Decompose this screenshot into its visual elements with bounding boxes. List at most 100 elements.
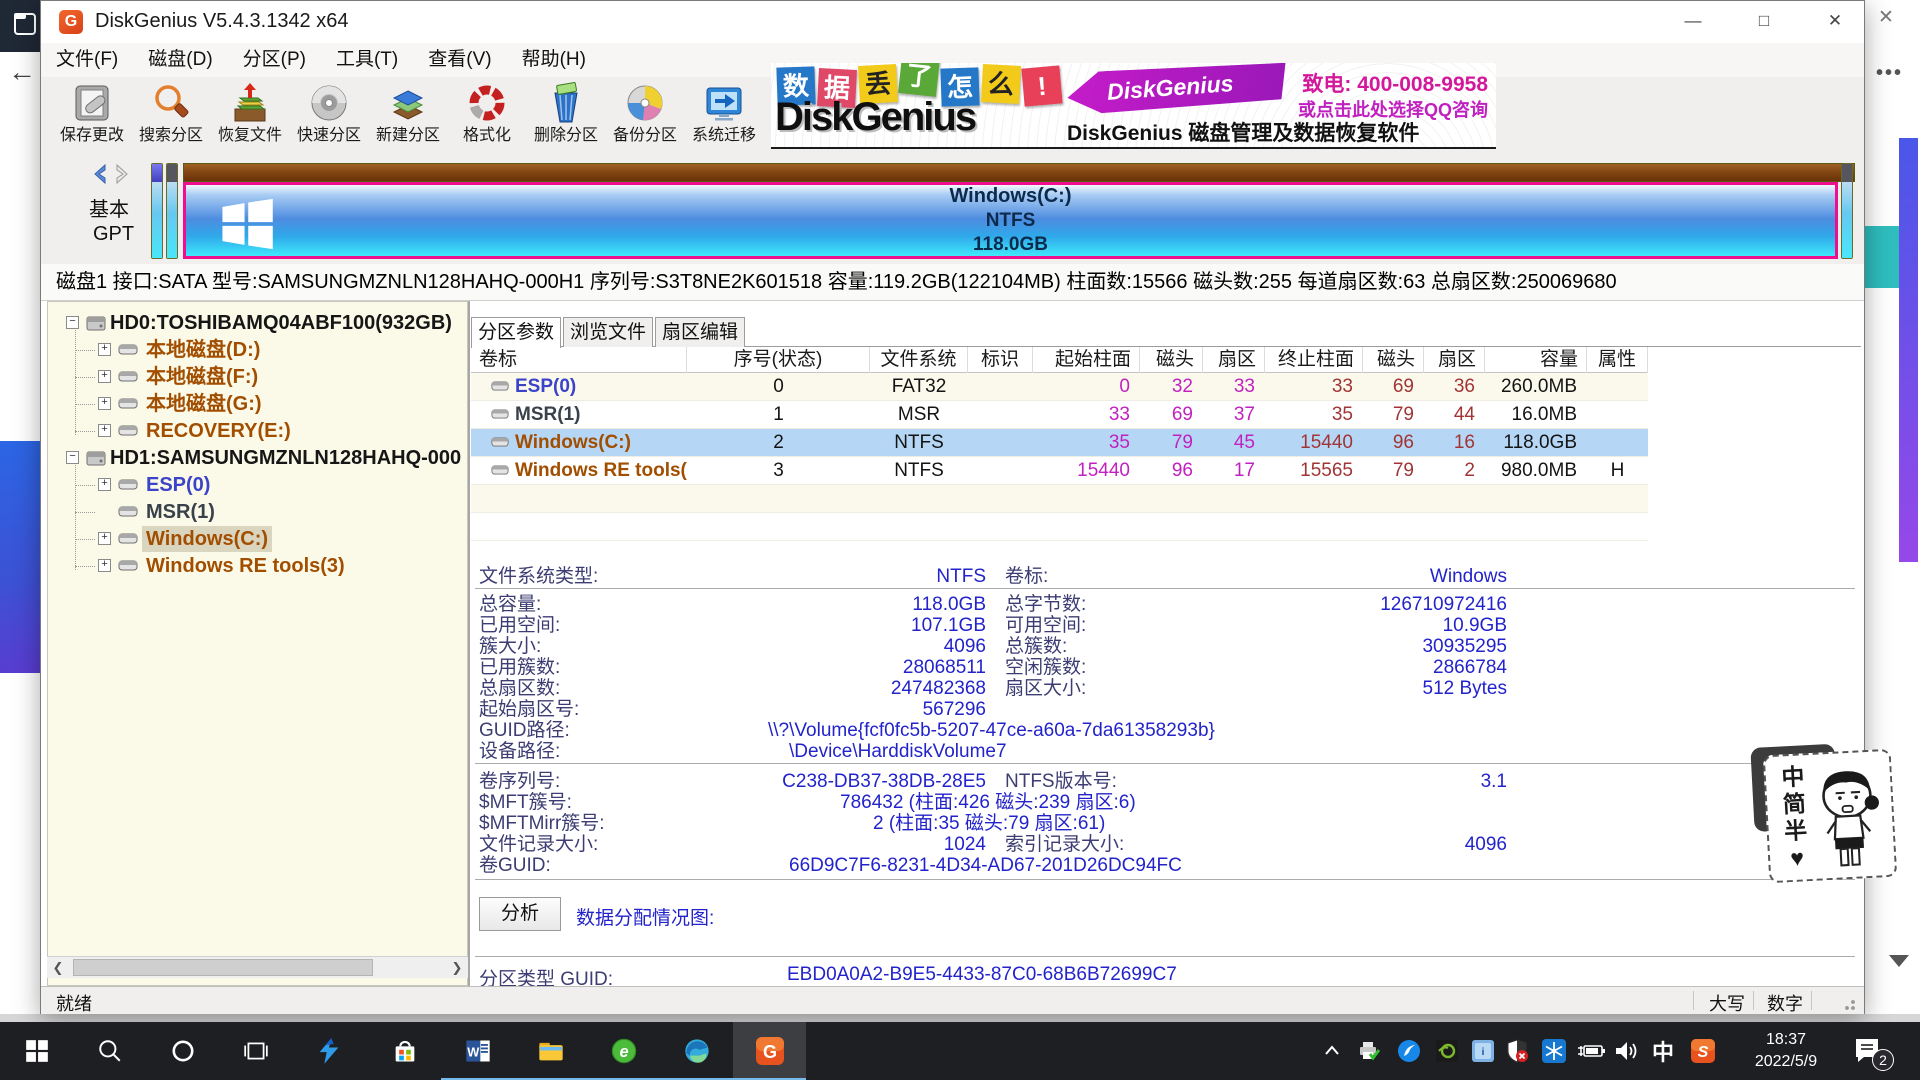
scrollbar-thumb[interactable] xyxy=(73,959,373,976)
expander-icon[interactable]: − xyxy=(66,316,79,329)
table-row[interactable]: MSR(1)1MSR33693735794416.0MB xyxy=(471,401,1648,429)
security-tray-icon[interactable] xyxy=(1502,1037,1532,1065)
taskbar-search-icon[interactable] xyxy=(73,1022,146,1080)
tree-item-4[interactable]: RECOVERY(E:) xyxy=(142,418,295,444)
menu-item-1[interactable]: 磁盘(D) xyxy=(133,43,227,77)
toolbar-backup-button[interactable]: 备份分区 xyxy=(606,79,684,149)
back-arrow-icon[interactable]: ← xyxy=(8,56,36,88)
expander-icon[interactable]: + xyxy=(98,532,111,545)
scroll-left-icon[interactable]: ❮ xyxy=(47,957,69,978)
intel-graphics-tray-icon[interactable]: i xyxy=(1468,1037,1498,1065)
column-header-6[interactable]: 扇区 xyxy=(1203,347,1265,373)
column-header-0[interactable]: 卷标 xyxy=(471,347,687,373)
diskgenius-taskbar-icon[interactable]: G xyxy=(733,1022,806,1080)
partition-bar-re-tools[interactable] xyxy=(1841,163,1853,259)
analyze-button[interactable]: 分析 xyxy=(479,897,561,931)
toolbar-delete-button[interactable]: 删除分区 xyxy=(527,79,605,149)
column-header-11[interactable]: 属性 xyxy=(1587,347,1648,373)
column-header-1[interactable]: 序号(状态) xyxy=(687,347,870,373)
toolbar-search-button[interactable]: 搜索分区 xyxy=(132,79,210,149)
flash-app-icon[interactable] xyxy=(292,1022,365,1080)
taskbar-clock[interactable]: 18:37 2022/5/9 xyxy=(1730,1029,1842,1073)
tree-item-7[interactable]: MSR(1) xyxy=(142,499,219,525)
partition-nav-arrows[interactable] xyxy=(91,163,135,190)
toolbar-new-button[interactable]: 新建分区 xyxy=(369,79,447,149)
toolbar-recover-button[interactable]: 恢复文件 xyxy=(211,79,289,149)
nvidia-tray-icon[interactable] xyxy=(1432,1037,1462,1065)
messenger-tray-icon[interactable] xyxy=(1394,1037,1424,1065)
panel-splitter[interactable] xyxy=(468,301,470,986)
partition-bar-esp[interactable] xyxy=(151,163,163,259)
detail-label: 文件系统类型: xyxy=(479,566,598,587)
expander-icon[interactable]: + xyxy=(98,397,111,410)
word-icon[interactable]: W xyxy=(441,1022,514,1080)
tree-item-8[interactable]: Windows(C:) xyxy=(142,526,272,552)
menu-item-3[interactable]: 工具(T) xyxy=(321,43,413,77)
minimize-button[interactable]: — xyxy=(1664,1,1722,41)
menu-item-4[interactable]: 查看(V) xyxy=(413,43,506,77)
tree-item-1[interactable]: 本地磁盘(D:) xyxy=(142,337,264,363)
green-browser-icon[interactable]: e xyxy=(587,1022,660,1080)
toolbar-quick-button[interactable]: 快速分区 xyxy=(290,79,368,149)
background-scrollbar-thumb[interactable] xyxy=(1899,138,1918,562)
snowflake-tray-icon[interactable] xyxy=(1539,1037,1569,1065)
tree-item-6[interactable]: ESP(0) xyxy=(142,472,214,498)
toolbar-format-button[interactable]: 格式化 xyxy=(448,79,526,149)
column-header-5[interactable]: 磁头 xyxy=(1140,347,1203,373)
scroll-right-icon[interactable]: ❯ xyxy=(446,957,468,978)
column-header-7[interactable]: 终止柱面 xyxy=(1265,347,1363,373)
tree-horizontal-scrollbar[interactable]: ❮ ❯ xyxy=(47,956,468,978)
ad-banner[interactable]: 数据丢了怎么! DiskGenius 致电: 400-008-9958 或点击此… xyxy=(771,63,1496,149)
menu-item-0[interactable]: 文件(F) xyxy=(41,43,133,77)
tray-expand-icon[interactable] xyxy=(1317,1037,1347,1065)
resize-grip[interactable] xyxy=(1839,997,1855,1010)
column-header-3[interactable]: 标识 xyxy=(968,347,1033,373)
task-view-icon[interactable] xyxy=(219,1022,292,1080)
tree-item-0[interactable]: HD0:TOSHIBAMQ04ABF100(932GB) xyxy=(106,310,456,336)
toolbar-save-button[interactable]: 保存更改 xyxy=(53,79,131,149)
maximize-button[interactable]: □ xyxy=(1735,1,1793,41)
tab-2[interactable]: 扇区编辑 xyxy=(655,317,745,347)
close-button[interactable]: ✕ xyxy=(1806,1,1864,41)
volume-tray-icon[interactable] xyxy=(1612,1037,1642,1065)
partition-bar-msr[interactable] xyxy=(166,163,178,259)
scroll-down-icon[interactable] xyxy=(1889,955,1909,967)
cortana-icon[interactable] xyxy=(146,1022,219,1080)
tree-item-5[interactable]: HD1:SAMSUNGMZNLN128HAHQ-000 xyxy=(106,445,465,471)
expander-icon[interactable]: + xyxy=(98,343,111,356)
column-header-10[interactable]: 容量 xyxy=(1485,347,1587,373)
tree-item-9[interactable]: Windows RE tools(3) xyxy=(142,553,349,579)
edge-icon[interactable] xyxy=(660,1022,733,1080)
expander-icon[interactable]: + xyxy=(98,559,111,572)
column-header-4[interactable]: 起始柱面 xyxy=(1033,347,1140,373)
column-header-2[interactable]: 文件系统 xyxy=(870,347,968,373)
microsoft-store-icon[interactable] xyxy=(368,1022,441,1080)
expander-icon[interactable]: − xyxy=(66,451,79,464)
sogou-tray-icon[interactable]: S xyxy=(1688,1037,1718,1065)
partition-bar-windows-c[interactable]: Windows(C:) NTFS 118.0GB xyxy=(183,182,1838,259)
table-cell: 37 xyxy=(1203,401,1265,429)
ime-indicator[interactable]: 中 xyxy=(1648,1037,1678,1065)
column-header-8[interactable]: 磁头 xyxy=(1363,347,1424,373)
power-tray-icon[interactable] xyxy=(1576,1037,1606,1065)
tree-item-2[interactable]: 本地磁盘(F:) xyxy=(142,364,262,390)
background-close-icon[interactable]: ✕ xyxy=(1878,6,1894,29)
expander-icon[interactable]: + xyxy=(98,478,111,491)
menu-item-2[interactable]: 分区(P) xyxy=(228,43,321,77)
toolbar-migrate-button[interactable]: 系统迁移 xyxy=(685,79,763,149)
expander-icon[interactable]: + xyxy=(98,370,111,383)
expander-icon[interactable]: + xyxy=(98,424,111,437)
notification-center-icon[interactable]: 2 xyxy=(1852,1035,1882,1070)
start-button[interactable] xyxy=(0,1022,73,1080)
table-row[interactable]: Windows RE tools(3)3NTFS1544096171556579… xyxy=(471,457,1648,485)
more-options-icon[interactable]: ••• xyxy=(1876,62,1903,85)
tab-0[interactable]: 分区参数 xyxy=(471,317,561,348)
column-header-9[interactable]: 扇区 xyxy=(1424,347,1485,373)
table-row[interactable]: ESP(0)0FAT3203233336936260.0MB xyxy=(471,373,1648,401)
file-explorer-icon[interactable] xyxy=(514,1022,587,1080)
printer-tray-icon[interactable] xyxy=(1354,1037,1384,1065)
tree-item-3[interactable]: 本地磁盘(G:) xyxy=(142,391,266,417)
tab-1[interactable]: 浏览文件 xyxy=(563,317,653,347)
table-row[interactable]: Windows(C:)2NTFS357945154409616118.0GB xyxy=(471,429,1648,457)
menu-item-5[interactable]: 帮助(H) xyxy=(507,43,601,77)
